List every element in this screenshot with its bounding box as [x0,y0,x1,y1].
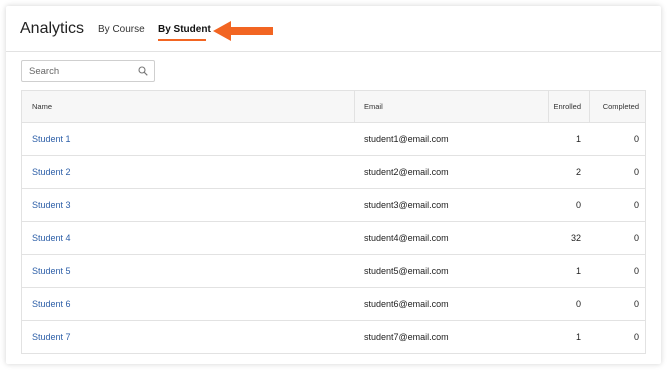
enrolled-count: 1 [575,332,581,342]
student-name-link[interactable]: Student 4 [32,233,71,243]
student-email: student3@email.com [364,200,449,210]
enrolled-count: 0 [575,299,581,309]
page-title: Analytics [20,20,85,37]
completed-count: 0 [633,134,639,144]
search-icon[interactable] [138,66,148,76]
enrolled-count: 0 [575,200,581,210]
column-header-enrolled[interactable]: Enrolled [548,91,581,122]
completed-count: 0 [633,200,639,210]
analytics-panel: Analytics By Course By Student Name Emai… [6,6,661,364]
column-header-completed[interactable]: Completed [589,91,639,122]
completed-count: 0 [633,299,639,309]
student-email: student6@email.com [364,299,449,309]
student-name-link[interactable]: Student 3 [32,200,71,210]
table-row: Student 3 student3@email.com 0 0 [22,189,645,222]
column-header-email[interactable]: Email [364,91,383,122]
student-email: student2@email.com [364,167,449,177]
table-row: Student 4 student4@email.com 32 0 [22,222,645,255]
table-header: Name Email Enrolled Completed [22,91,645,123]
active-tab-indicator [158,39,206,41]
student-name-link[interactable]: Student 2 [32,167,71,177]
table-row: Student 6 student6@email.com 0 0 [22,288,645,321]
completed-count: 0 [633,266,639,276]
tab-by-course[interactable]: By Course [98,24,145,35]
table-row: Student 7 student7@email.com 1 0 [22,321,645,354]
enrolled-count: 1 [575,134,581,144]
student-email: student7@email.com [364,332,449,342]
student-email: student5@email.com [364,266,449,276]
student-name-link[interactable]: Student 5 [32,266,71,276]
table-row: Student 2 student2@email.com 2 0 [22,156,645,189]
column-divider [354,91,355,122]
completed-count: 0 [633,233,639,243]
completed-count: 0 [633,167,639,177]
enrolled-count: 1 [575,266,581,276]
completed-count: 0 [633,332,639,342]
student-email: student1@email.com [364,134,449,144]
student-email: student4@email.com [364,233,449,243]
students-table: Name Email Enrolled Completed Student 1 … [21,90,646,354]
column-header-name[interactable]: Name [32,91,52,122]
arrow-left-icon [213,21,273,41]
search-box [21,60,155,82]
tab-by-student[interactable]: By Student [158,24,211,35]
table-row: Student 5 student5@email.com 1 0 [22,255,645,288]
student-name-link[interactable]: Student 6 [32,299,71,309]
student-name-link[interactable]: Student 1 [32,134,71,144]
table-row: Student 1 student1@email.com 1 0 [22,123,645,156]
student-name-link[interactable]: Student 7 [32,332,71,342]
enrolled-count: 32 [570,233,581,243]
enrolled-count: 2 [575,167,581,177]
header: Analytics By Course By Student [6,6,661,52]
search-input[interactable] [22,61,132,81]
